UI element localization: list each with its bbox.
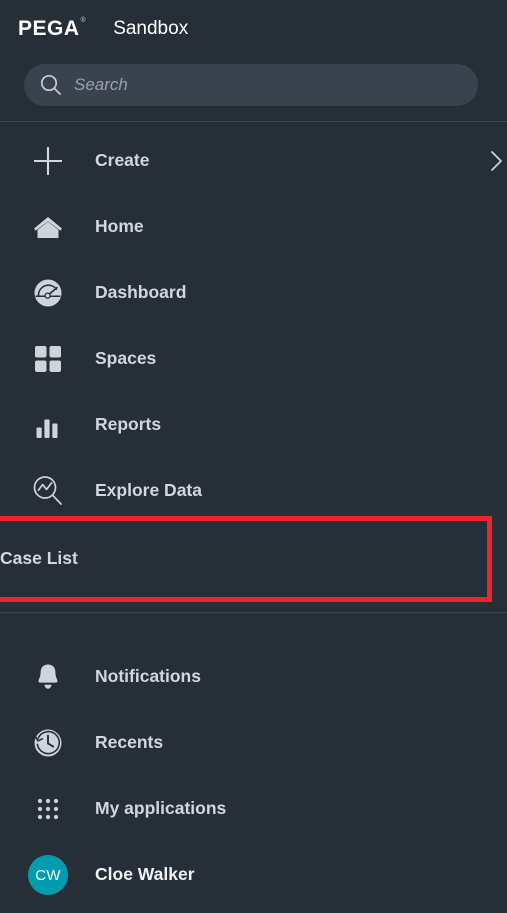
- magnifier-chart-icon: [26, 471, 70, 511]
- primary-nav-list: Create Home Dashboard Spaces Reports Exp…: [0, 128, 507, 524]
- sidebar-item-spaces[interactable]: Spaces: [0, 326, 507, 392]
- sidebar-item-dashboard[interactable]: Dashboard: [0, 260, 507, 326]
- sidebar-item-case-list[interactable]: Case List: [0, 516, 492, 602]
- sidebar-item-user-profile[interactable]: CW Cloe Walker: [0, 842, 507, 908]
- bell-icon: [26, 657, 70, 697]
- header-divider: [0, 121, 507, 122]
- sidebar-item-label: Create: [95, 150, 150, 171]
- pega-logo-text: PEGA: [18, 16, 80, 40]
- dot-grid-icon: [26, 789, 70, 829]
- search-field[interactable]: [24, 64, 478, 106]
- gauge-icon: [26, 273, 70, 313]
- search-input[interactable]: [74, 64, 478, 106]
- avatar: CW: [26, 855, 70, 895]
- sidebar-item-recents[interactable]: Recents: [0, 710, 507, 776]
- secondary-nav-list: Notifications Recents My applications CW…: [0, 644, 507, 908]
- sidebar-item-my-applications[interactable]: My applications: [0, 776, 507, 842]
- pega-logo[interactable]: PEGA®: [18, 16, 87, 40]
- sidebar-item-label: My applications: [95, 798, 227, 819]
- history-clock-icon: [26, 723, 70, 763]
- plus-icon: [26, 141, 70, 181]
- sidebar-item-reports[interactable]: Reports: [0, 392, 507, 458]
- sidebar-item-explore-data[interactable]: Explore Data: [0, 458, 507, 524]
- search-bar[interactable]: [24, 64, 478, 106]
- sidebar-item-label: Reports: [95, 414, 162, 435]
- brand-bar: PEGA® Sandbox: [0, 0, 507, 56]
- grid-squares-icon: [26, 339, 70, 379]
- user-name-label: Cloe Walker: [95, 864, 195, 885]
- search-icon: [38, 72, 64, 98]
- sidebar-item-notifications[interactable]: Notifications: [0, 644, 507, 710]
- sidebar-item-label: Dashboard: [95, 282, 187, 303]
- sidebar-item-label: Recents: [95, 732, 164, 753]
- home-icon: [26, 207, 70, 247]
- bar-chart-icon: [26, 405, 70, 445]
- sidebar-item-label: Home: [95, 216, 144, 237]
- avatar-initials: CW: [28, 855, 68, 895]
- sidebar-item-label: Explore Data: [95, 480, 202, 501]
- pega-navigation-panel: PEGA® Sandbox Create: [0, 0, 507, 913]
- environment-label: Sandbox: [113, 17, 189, 39]
- sidebar-item-label: Notifications: [95, 666, 201, 687]
- sidebar-item-home[interactable]: Home: [0, 194, 507, 260]
- sidebar-item-label: Case List: [0, 548, 78, 569]
- trademark-mark: ®: [80, 16, 87, 24]
- chevron-right-icon[interactable]: [489, 148, 507, 174]
- nav-section-divider: [0, 612, 507, 613]
- sidebar-item-create[interactable]: Create: [0, 128, 507, 194]
- sidebar-item-label: Spaces: [95, 348, 157, 369]
